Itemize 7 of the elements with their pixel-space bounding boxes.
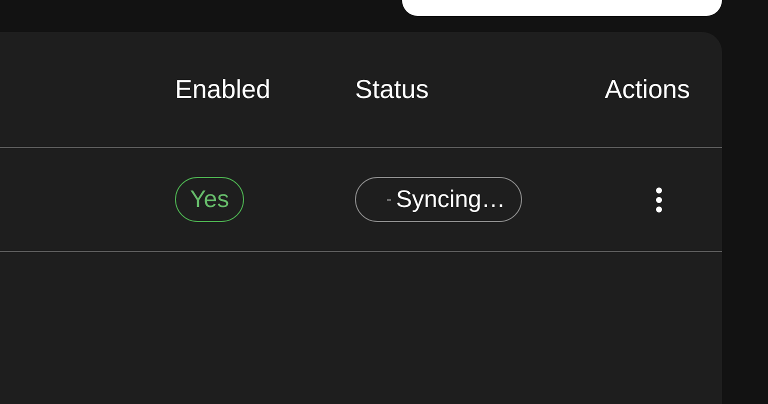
status-chip: Syncing…: [355, 177, 522, 222]
spinner-icon: [386, 198, 392, 202]
enabled-chip: Yes: [175, 177, 244, 222]
column-header: Actions: [604, 74, 690, 105]
column-header: Status: [355, 74, 429, 105]
more-actions-button[interactable]: [655, 186, 663, 212]
column-header: Enabled: [175, 74, 270, 105]
